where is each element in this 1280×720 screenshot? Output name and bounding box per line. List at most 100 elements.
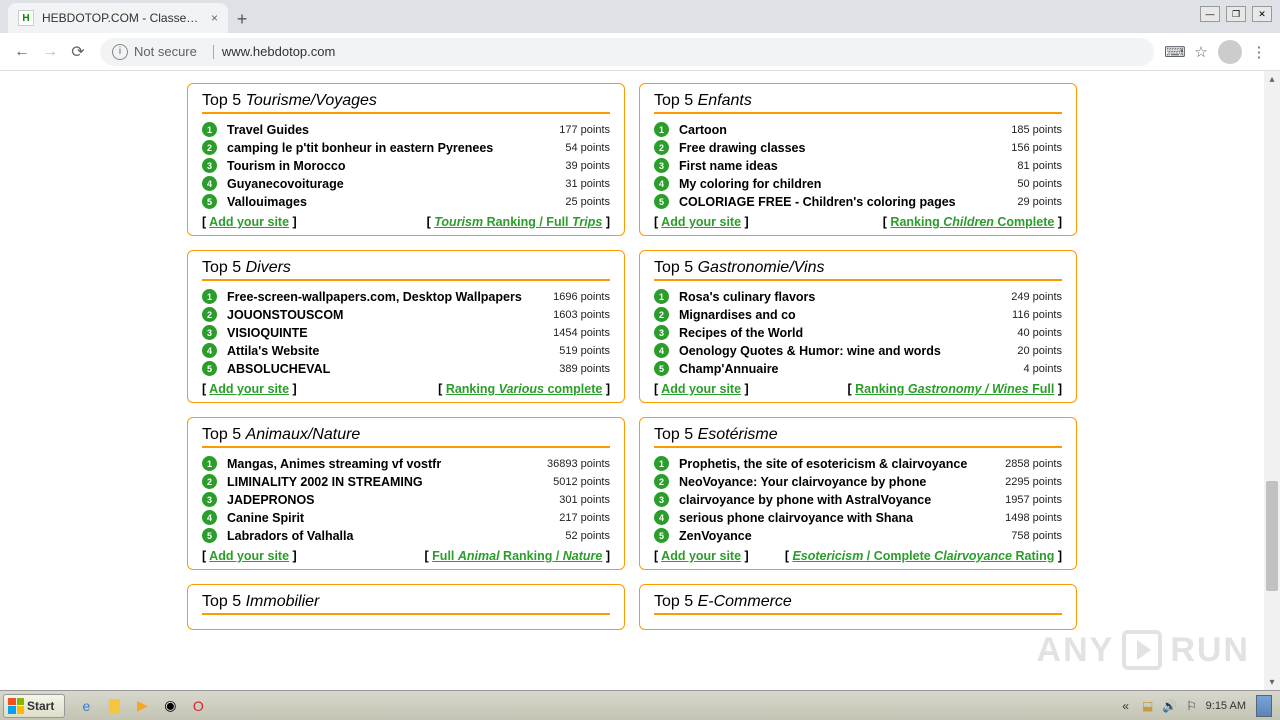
- entry-name[interactable]: Vallouimages: [227, 195, 565, 209]
- entry-name[interactable]: Oenology Quotes & Humor: wine and words: [679, 344, 1017, 358]
- media-icon[interactable]: ▶: [131, 695, 153, 717]
- entry-name[interactable]: My coloring for children: [679, 177, 1017, 191]
- scrollbar-thumb[interactable]: [1266, 481, 1278, 591]
- entry-name[interactable]: COLORIAGE FREE - Children's coloring pag…: [679, 195, 1017, 209]
- close-tab-icon[interactable]: ×: [211, 11, 218, 25]
- kebab-menu-icon[interactable]: ⋮: [1246, 39, 1272, 65]
- full-ranking-link[interactable]: Ranking Various complete: [446, 382, 603, 396]
- bookmark-star-icon[interactable]: ☆: [1188, 39, 1214, 65]
- expand-tray-icon[interactable]: «: [1118, 698, 1134, 714]
- opera-icon[interactable]: O: [187, 695, 209, 717]
- entry-name[interactable]: Champ'Annuaire: [679, 362, 1023, 376]
- maximize-icon[interactable]: ❐: [1226, 6, 1246, 22]
- entry-name[interactable]: ABSOLUCHEVAL: [227, 362, 559, 376]
- entry-name[interactable]: Mangas, Animes streaming vf vostfr: [227, 457, 547, 471]
- translate-icon[interactable]: ⌨: [1162, 39, 1188, 65]
- entry-name[interactable]: Canine Spirit: [227, 511, 559, 525]
- full-ranking-link[interactable]: Full Animal Ranking / Nature: [432, 549, 602, 563]
- rank-badge: 2: [654, 307, 669, 322]
- vertical-scrollbar[interactable]: ▴ ▾: [1264, 71, 1280, 690]
- entry-name[interactable]: Tourism in Morocco: [227, 159, 565, 173]
- entry-name[interactable]: Guyanecovoiturage: [227, 177, 565, 191]
- title-prefix: Top 5: [654, 259, 698, 276]
- minimize-icon[interactable]: —: [1200, 6, 1220, 22]
- entry-points: 2858 points: [1005, 458, 1062, 470]
- box-title: Top 5 Divers: [202, 259, 610, 277]
- tab-title: HEBDOTOP.COM - Classement de sit: [42, 11, 205, 25]
- show-desktop-button[interactable]: [1256, 695, 1272, 717]
- new-tab-button[interactable]: +: [228, 5, 256, 33]
- entry-points: 1603 points: [553, 309, 610, 321]
- add-site-link[interactable]: Add your site: [661, 382, 741, 396]
- entry-name[interactable]: serious phone clairvoyance with Shana: [679, 511, 1005, 525]
- entry-name[interactable]: Attila's Website: [227, 344, 559, 358]
- close-window-icon[interactable]: ✕: [1252, 6, 1272, 22]
- full-ranking-link[interactable]: Tourism Ranking / Full Trips: [434, 215, 602, 229]
- entry-name[interactable]: camping le p'tit bonheur in eastern Pyre…: [227, 141, 565, 155]
- volume-icon[interactable]: 🔊: [1162, 698, 1178, 714]
- entry-name[interactable]: clairvoyance by phone with AstralVoyance: [679, 493, 1005, 507]
- add-site-link[interactable]: Add your site: [661, 215, 741, 229]
- security-icon[interactable]: ⬓: [1140, 698, 1156, 714]
- entry-name[interactable]: Labradors of Valhalla: [227, 529, 565, 543]
- ranking-entry: 4My coloring for children50 points: [654, 176, 1062, 191]
- ranking-entry: 1Mangas, Animes streaming vf vostfr36893…: [202, 456, 610, 471]
- entry-name[interactable]: Prophetis, the site of esotericism & cla…: [679, 457, 1005, 471]
- entry-name[interactable]: JOUONSTOUSCOM: [227, 308, 553, 322]
- entry-points: 1454 points: [553, 327, 610, 339]
- windows-logo-icon: [8, 698, 24, 714]
- clock[interactable]: 9:15 AM: [1206, 700, 1246, 712]
- profile-avatar[interactable]: [1218, 40, 1242, 64]
- entry-points: 185 points: [1011, 124, 1062, 136]
- entry-name[interactable]: Free-screen-wallpapers.com, Desktop Wall…: [227, 290, 553, 304]
- flag-icon[interactable]: ⚐: [1184, 698, 1200, 714]
- rank-badge: 2: [202, 474, 217, 489]
- ranking-entry: 4Guyanecovoiturage31 points: [202, 176, 610, 191]
- entry-name[interactable]: Travel Guides: [227, 123, 559, 137]
- add-site-link[interactable]: Add your site: [209, 382, 289, 396]
- title-divider: [202, 112, 610, 114]
- scroll-up-icon[interactable]: ▴: [1264, 71, 1280, 87]
- add-site-link[interactable]: Add your site: [209, 549, 289, 563]
- chrome-icon[interactable]: ◉: [159, 695, 181, 717]
- full-ranking-link[interactable]: Ranking Children Complete: [890, 215, 1054, 229]
- title-category: Immobilier: [246, 593, 320, 610]
- entry-name[interactable]: ZenVoyance: [679, 529, 1011, 543]
- entry-name[interactable]: LIMINALITY 2002 IN STREAMING: [227, 475, 553, 489]
- start-button[interactable]: Start: [3, 694, 65, 718]
- entry-name[interactable]: JADEPRONOS: [227, 493, 559, 507]
- back-button[interactable]: ←: [8, 38, 36, 66]
- ranking-entry: 2camping le p'tit bonheur in eastern Pyr…: [202, 140, 610, 155]
- full-ranking-link[interactable]: Esotericism / Complete Clairvoyance Rati…: [792, 549, 1054, 563]
- ranking-entry: 5Vallouimages25 points: [202, 194, 610, 209]
- add-site-link[interactable]: Add your site: [661, 549, 741, 563]
- entry-name[interactable]: Free drawing classes: [679, 141, 1011, 155]
- entry-name[interactable]: Cartoon: [679, 123, 1011, 137]
- entry-points: 40 points: [1017, 327, 1062, 339]
- title-prefix: Top 5: [202, 426, 246, 443]
- entry-name[interactable]: NeoVoyance: Your clairvoyance by phone: [679, 475, 1005, 489]
- box-title: Top 5 E-Commerce: [654, 593, 1062, 611]
- browser-tab[interactable]: H HEBDOTOP.COM - Classement de sit ×: [8, 3, 228, 33]
- entry-name[interactable]: Recipes of the World: [679, 326, 1017, 340]
- ie-icon[interactable]: e: [75, 695, 97, 717]
- reload-button[interactable]: ⟳: [64, 38, 92, 66]
- address-bar[interactable]: i Not secure www.hebdotop.com: [100, 38, 1154, 66]
- entry-name[interactable]: Mignardises and co: [679, 308, 1012, 322]
- entry-name[interactable]: VISIOQUINTE: [227, 326, 553, 340]
- title-prefix: Top 5: [202, 92, 246, 109]
- ranking-entry: 4Attila's Website519 points: [202, 343, 610, 358]
- security-indicator[interactable]: i Not secure: [112, 44, 197, 60]
- entry-name[interactable]: Rosa's culinary flavors: [679, 290, 1011, 304]
- rank-badge: 5: [654, 194, 669, 209]
- entry-points: 519 points: [559, 345, 610, 357]
- entry-points: 1696 points: [553, 291, 610, 303]
- entry-points: 25 points: [565, 196, 610, 208]
- full-ranking-link[interactable]: Ranking Gastronomy / Wines Full: [855, 382, 1054, 396]
- entry-name[interactable]: First name ideas: [679, 159, 1017, 173]
- forward-button[interactable]: →: [36, 38, 64, 66]
- explorer-icon[interactable]: ▇: [103, 695, 125, 717]
- category-box: Top 5 E-Commerce: [639, 584, 1077, 630]
- scroll-down-icon[interactable]: ▾: [1264, 674, 1280, 690]
- add-site-link[interactable]: Add your site: [209, 215, 289, 229]
